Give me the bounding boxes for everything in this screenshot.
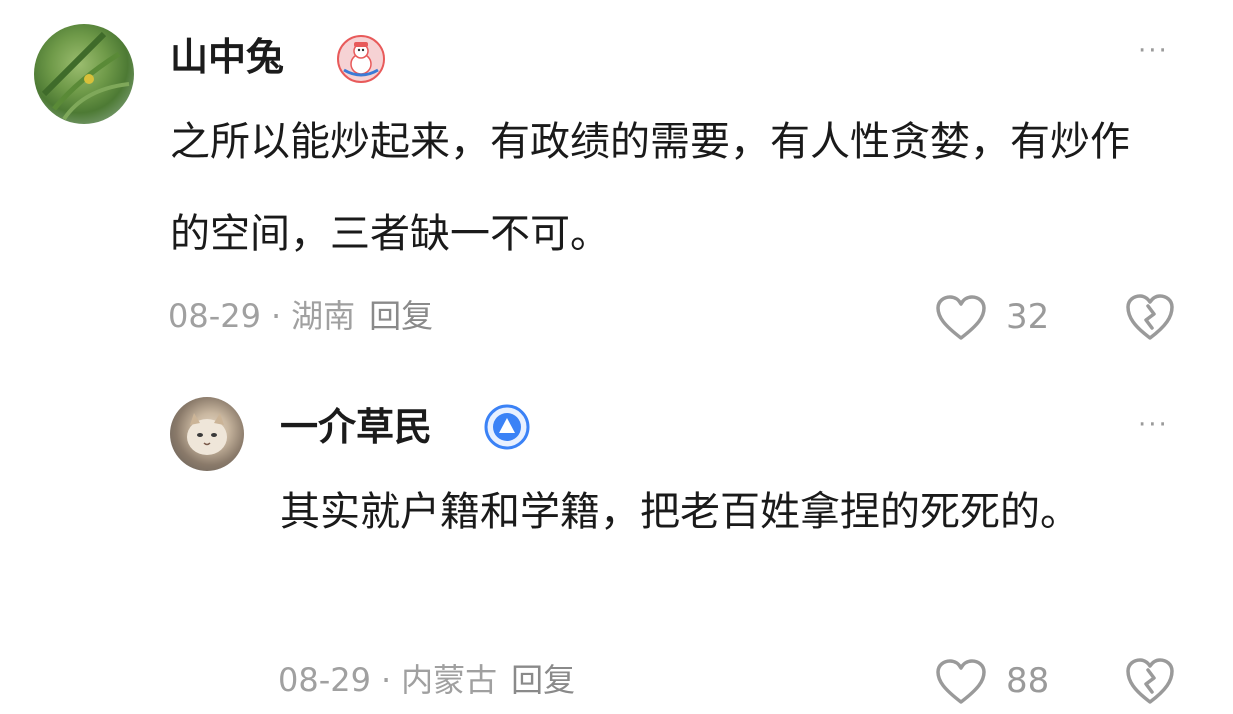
reply-date: 08-29 (278, 661, 371, 699)
comment-author-avatar[interactable] (34, 24, 134, 124)
comment-location: 湖南 (291, 297, 356, 335)
reply-location: 内蒙古 (401, 661, 498, 699)
like-count: 32 (1006, 297, 1050, 337)
reply-author-name[interactable]: 一介草民 (280, 408, 432, 446)
comment-meta: 08-29 · 湖南 回复 (168, 300, 433, 332)
broken-heart-dislike-icon[interactable] (1124, 656, 1176, 706)
meta-separator: · (380, 661, 392, 699)
blue-triangle-badge-icon (484, 404, 530, 450)
like-count: 88 (1006, 661, 1050, 701)
heart-like-icon[interactable] (934, 658, 988, 706)
leaf-avatar-image (41, 31, 130, 121)
heart-like-icon[interactable] (934, 294, 988, 342)
reply-button[interactable]: 回复 (369, 297, 433, 335)
broken-heart-dislike-icon[interactable] (1124, 292, 1176, 342)
reply-button[interactable]: 回复 (511, 661, 575, 699)
cat-avatar-image (187, 413, 227, 455)
reply-meta: 08-29 · 内蒙古 回复 (278, 664, 575, 696)
more-options-icon[interactable]: ··· (1138, 412, 1169, 438)
reply-author-avatar[interactable] (170, 397, 244, 471)
comment-date: 08-29 (168, 297, 261, 335)
comment-author-name[interactable]: 山中兔 (170, 38, 284, 76)
meta-separator: · (270, 297, 282, 335)
more-options-icon[interactable]: ··· (1138, 38, 1169, 64)
reply-text: 其实就户籍和学籍，把老百姓拿捏的死死的。 (280, 489, 1080, 535)
snowman-badge-icon (336, 34, 386, 84)
comment-text: 之所以能炒起来，有政绩的需要，有人性贪婪，有炒作的空间，三者缺一不可。 (170, 119, 1130, 257)
